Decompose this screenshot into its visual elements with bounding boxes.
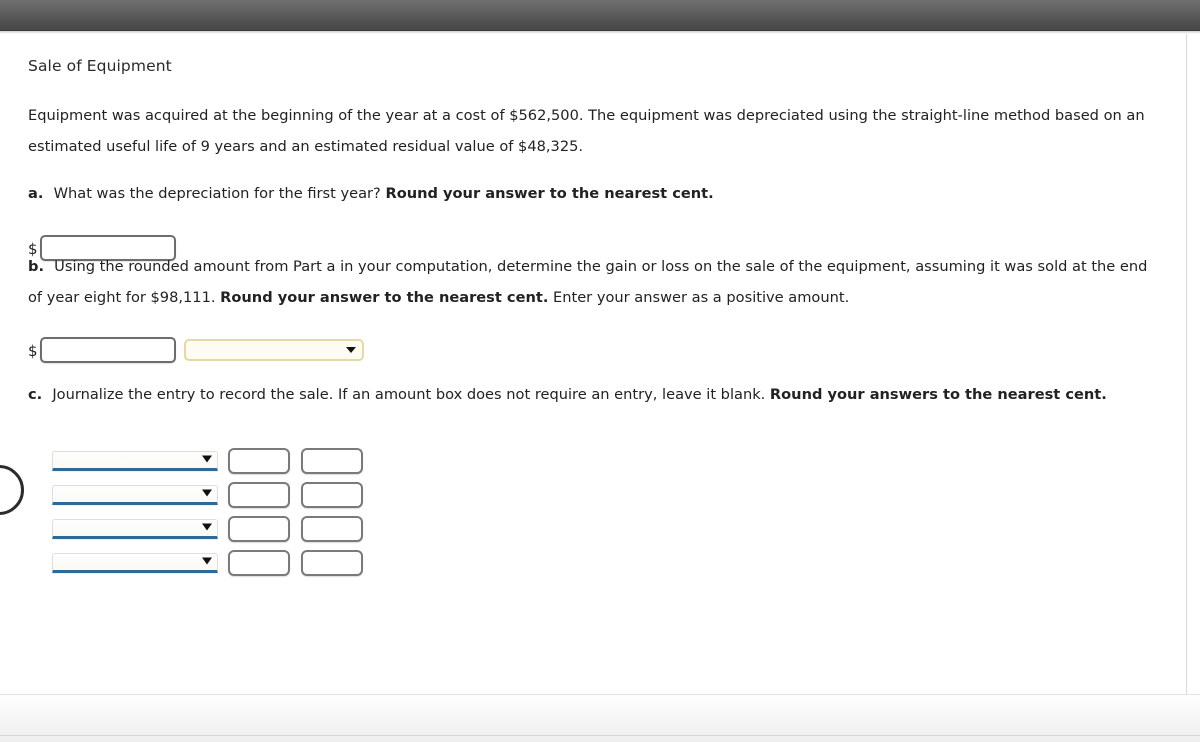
chevron-down-icon [202, 557, 212, 565]
part-b-bold-text: Round your answer to the nearest cent. [220, 289, 549, 306]
question-part-b: b. Using the rounded amount from Part a i… [28, 251, 1163, 313]
dollar-sign-b: $ [28, 341, 38, 360]
part-a-bold-text: Round your answer to the nearest cent. [385, 185, 714, 202]
journal-entry-table [52, 444, 363, 580]
part-b-label: b. [28, 258, 44, 275]
part-c-bold-text: Round your answers to the nearest cent. [769, 386, 1107, 403]
table-row [52, 512, 363, 546]
page-right-margin [1187, 34, 1200, 694]
part-b-text-2: Enter your answer as a positive amount. [548, 289, 850, 306]
journal-debit-input-4[interactable] [228, 550, 290, 576]
journal-debit-input-3[interactable] [228, 516, 290, 542]
journal-credit-input-2[interactable] [301, 482, 363, 508]
journal-debit-input-1[interactable] [228, 448, 290, 474]
bottom-divider [0, 735, 1200, 736]
table-row [52, 546, 363, 580]
table-row [52, 444, 363, 478]
journal-credit-input-3[interactable] [301, 516, 363, 542]
question-part-a: a. What was the depreciation for the firs… [28, 178, 1168, 209]
part-c-text: Journalize the entry to record the sale.… [52, 386, 770, 403]
journal-account-select-3[interactable] [52, 519, 218, 539]
part-b-answer-row: $ [28, 337, 364, 363]
part-b-gain-loss-select[interactable] [183, 339, 364, 361]
chevron-down-icon [345, 347, 356, 353]
chevron-down-icon [202, 523, 212, 531]
journal-account-select-1[interactable] [52, 451, 218, 471]
question-part-c: c. Journalize the entry to record the sal… [28, 379, 1188, 410]
part-a-label: a. [28, 185, 44, 202]
page-title: Sale of Equipment [28, 57, 172, 75]
table-row [52, 478, 363, 512]
journal-credit-input-4[interactable] [301, 550, 363, 576]
journal-account-select-4[interactable] [52, 553, 218, 573]
chevron-down-icon [202, 455, 212, 463]
journal-credit-input-1[interactable] [301, 448, 363, 474]
part-b-amount-input[interactable] [39, 337, 176, 363]
part-a-text: What was the depreciation for the first … [53, 185, 386, 202]
chevron-down-icon [202, 489, 212, 497]
browser-chrome-bar [0, 0, 1200, 31]
journal-account-select-2[interactable] [52, 485, 218, 505]
page-canvas: Sale of Equipment Equipment was acquired… [0, 34, 1187, 694]
part-c-label: c. [28, 386, 43, 403]
journal-debit-input-2[interactable] [228, 482, 290, 508]
circle-marker-icon [0, 465, 24, 515]
problem-statement: Equipment was acquired at the beginning … [28, 107, 1145, 155]
